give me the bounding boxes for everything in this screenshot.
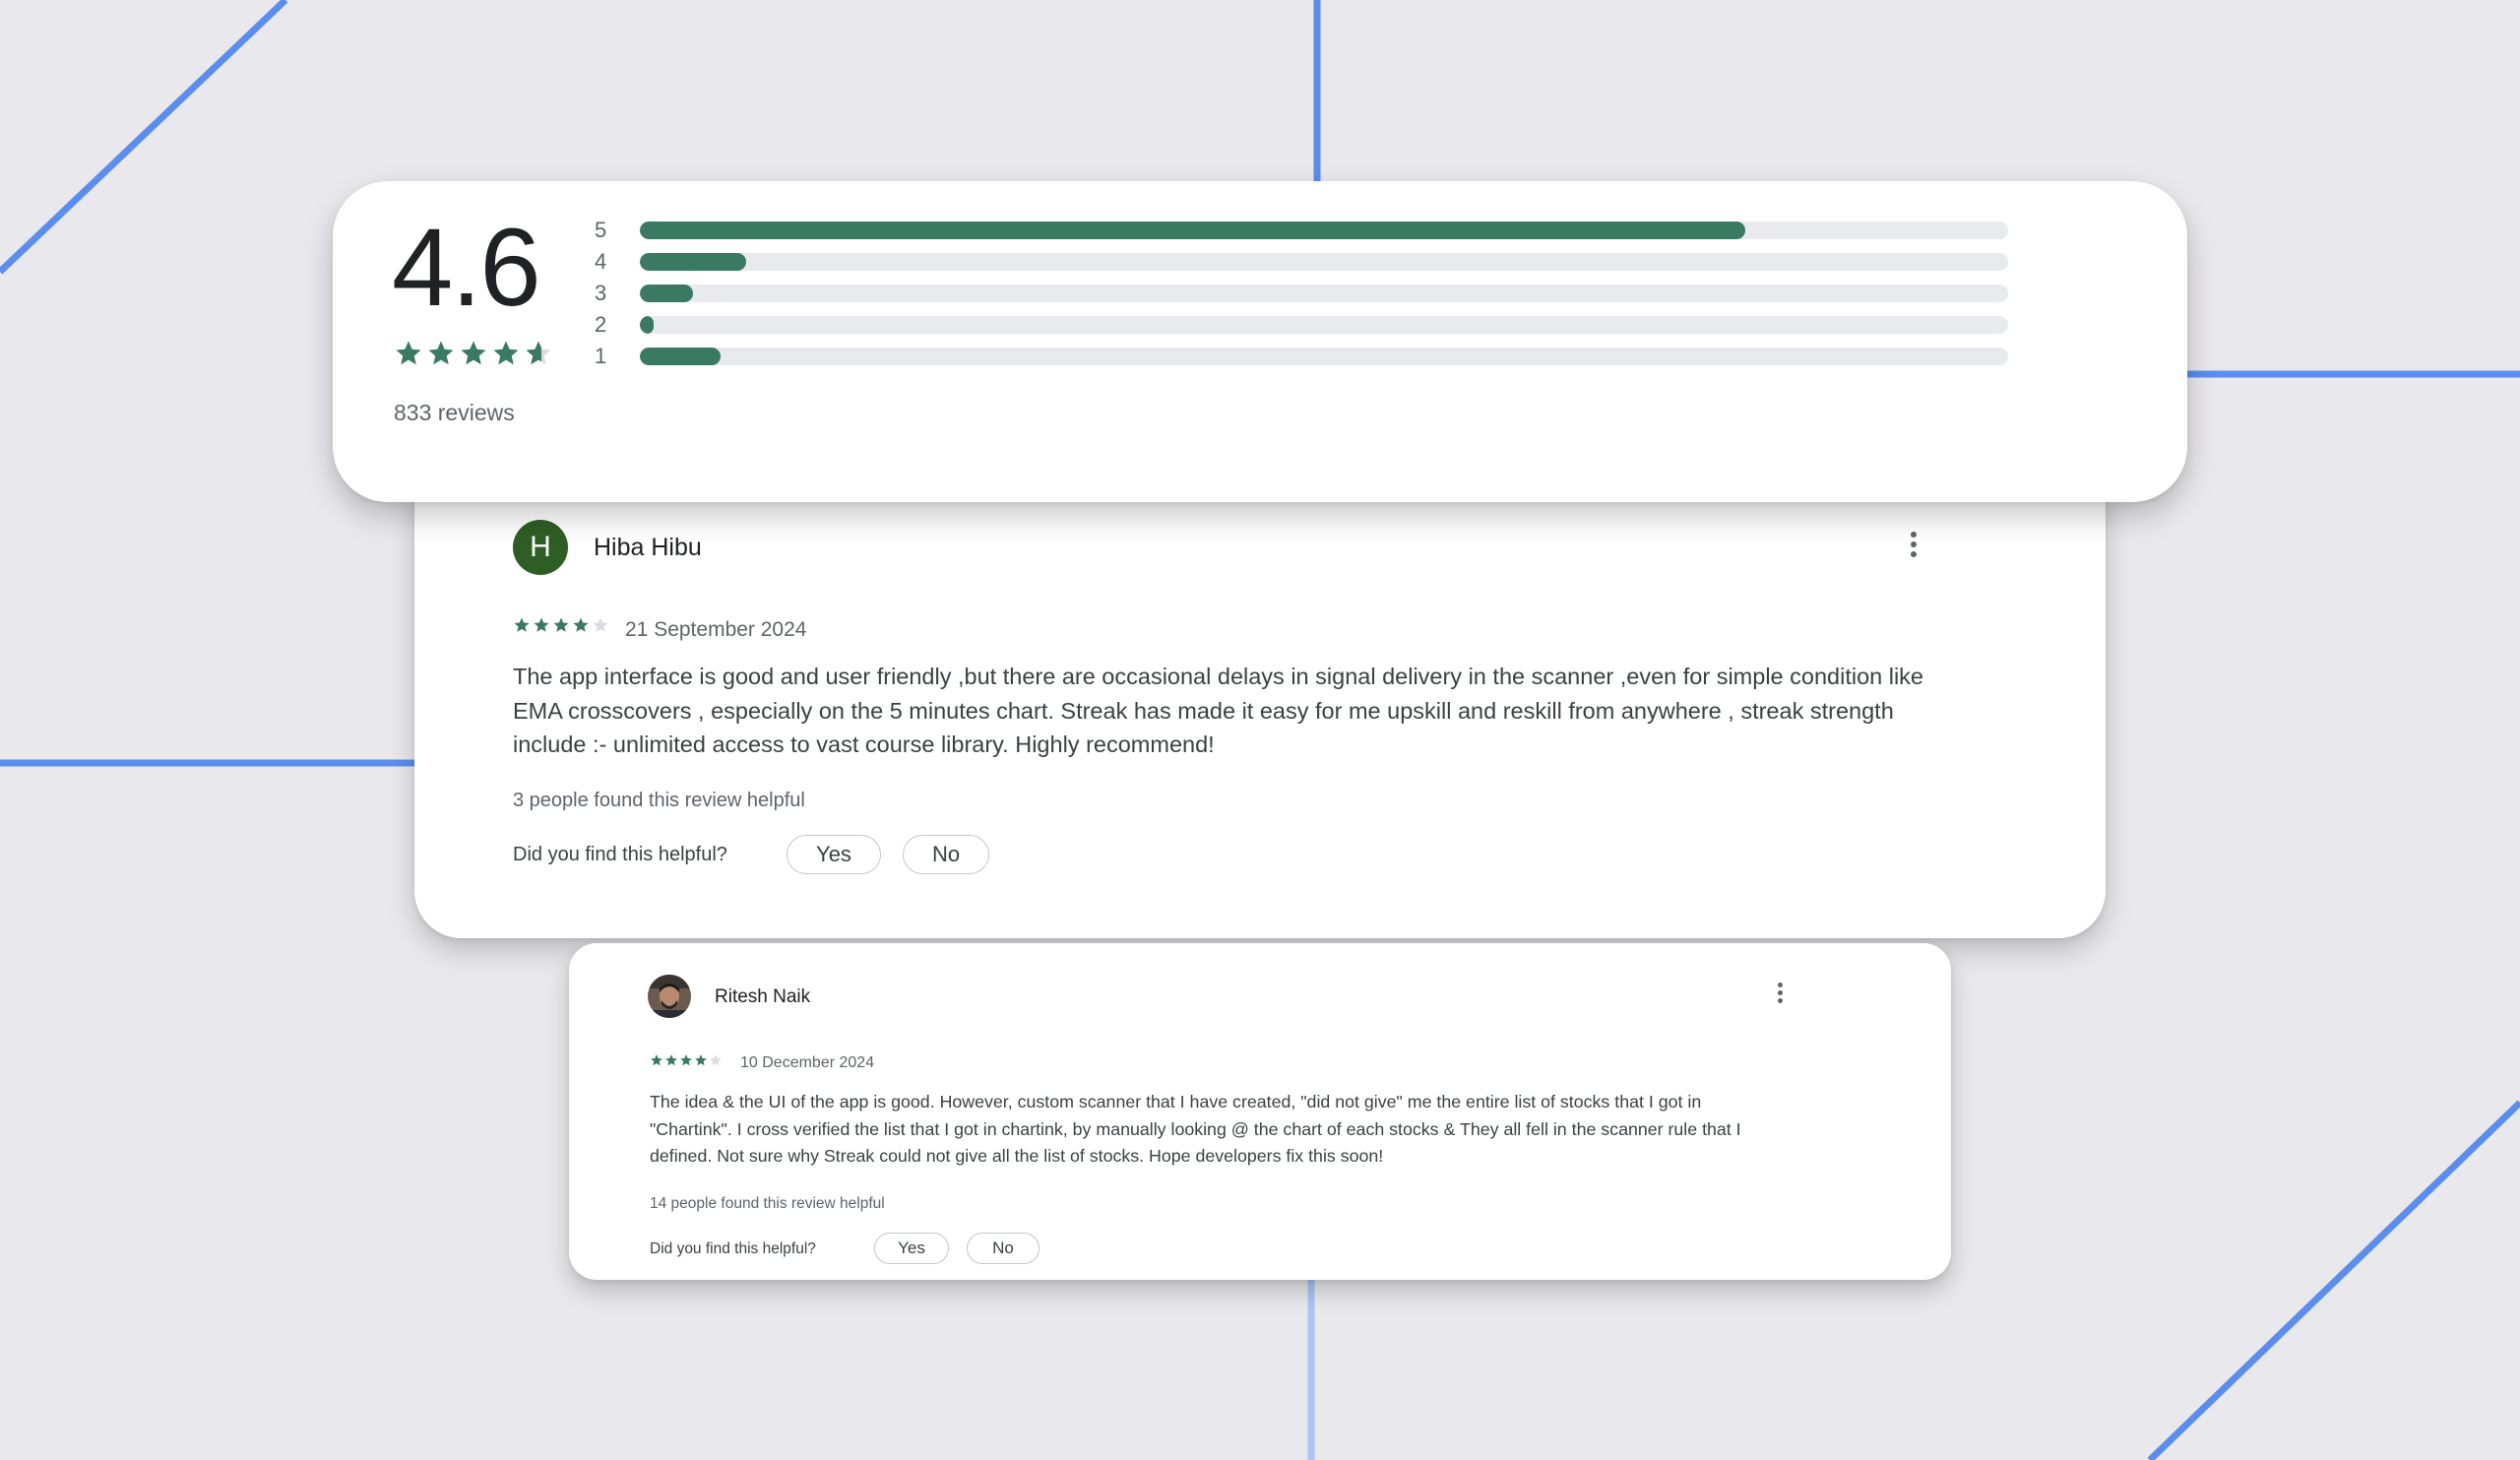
more-vert-icon[interactable]	[1776, 983, 1784, 1008]
reviewer-name: Hiba Hibu	[594, 534, 702, 561]
helpful-no-button[interactable]: No	[903, 835, 989, 874]
histogram-label: 5	[595, 218, 607, 242]
star-icon	[428, 341, 454, 365]
histogram-bar-fill	[640, 316, 654, 334]
histogram-bar-track	[640, 285, 2008, 302]
star-icon	[651, 1054, 662, 1066]
helpful-question: Did you find this helpful?	[513, 844, 727, 865]
star-icon	[514, 617, 530, 632]
helpful-yes-button[interactable]: Yes	[874, 1233, 949, 1264]
star-icon	[493, 341, 519, 365]
helpful-count: 3 people found this review helpful	[513, 790, 805, 811]
histogram-bar-track	[640, 348, 2008, 365]
helpful-no-button[interactable]: No	[967, 1233, 1040, 1264]
histogram-row-2: 2	[595, 309, 2008, 341]
star-icon	[695, 1054, 707, 1066]
histogram-bar-fill	[640, 285, 694, 302]
star-icon	[534, 617, 549, 632]
histogram-bar-track	[640, 253, 2008, 271]
helpful-yes-button[interactable]: Yes	[787, 835, 881, 874]
review-card: Ritesh Naik 10 December 2024 The idea & …	[569, 943, 1951, 1280]
star-icon	[526, 341, 551, 365]
helpful-question: Did you find this helpful?	[650, 1240, 816, 1257]
more-vert-icon[interactable]	[1909, 532, 1919, 563]
reviewer-name: Ritesh Naik	[715, 986, 811, 1007]
star-icon	[710, 1054, 722, 1066]
review-rating-stars	[650, 1053, 723, 1067]
review-date: 21 September 2024	[625, 618, 807, 641]
histogram-row-1: 1	[595, 341, 2008, 372]
star-icon	[573, 617, 589, 632]
review-card: H Hiba Hibu 21 September 2024 The app in…	[414, 473, 2106, 938]
star-icon	[461, 341, 486, 365]
histogram-row-3: 3	[595, 278, 2008, 309]
average-rating-stars	[394, 339, 553, 368]
review-date: 10 December 2024	[740, 1054, 875, 1071]
user-photo-avatar	[648, 975, 691, 1018]
histogram-row-4: 4	[595, 246, 2008, 278]
histogram-bar-track	[640, 316, 2008, 334]
histogram-label: 2	[595, 312, 607, 337]
histogram-bar-fill	[640, 348, 721, 365]
rating-histogram: 5 4 3 2 1	[595, 215, 2008, 372]
review-text: The idea & the UI of the app is good. Ho…	[650, 1092, 1741, 1166]
star-icon	[396, 341, 421, 365]
histogram-row-5: 5	[595, 215, 2008, 246]
star-icon	[593, 617, 608, 632]
avatar: H	[513, 520, 568, 575]
helpful-count: 14 people found this review helpful	[650, 1195, 885, 1212]
star-icon	[553, 617, 569, 632]
histogram-label: 4	[595, 249, 607, 274]
review-rating-stars	[513, 616, 609, 634]
star-icon	[665, 1054, 677, 1066]
histogram-bar-fill	[640, 253, 747, 271]
average-rating: 4.6	[392, 206, 541, 329]
rating-summary-card: 4.6 833 reviews 5 4 3 2 1	[333, 181, 2187, 502]
histogram-bar-track	[640, 222, 2008, 239]
histogram-label: 3	[595, 281, 607, 305]
review-count: 833 reviews	[394, 400, 515, 425]
review-text: The app interface is good and user frien…	[513, 664, 1924, 757]
histogram-label: 1	[595, 344, 607, 368]
star-icon	[680, 1054, 692, 1066]
histogram-bar-fill	[640, 222, 1746, 239]
